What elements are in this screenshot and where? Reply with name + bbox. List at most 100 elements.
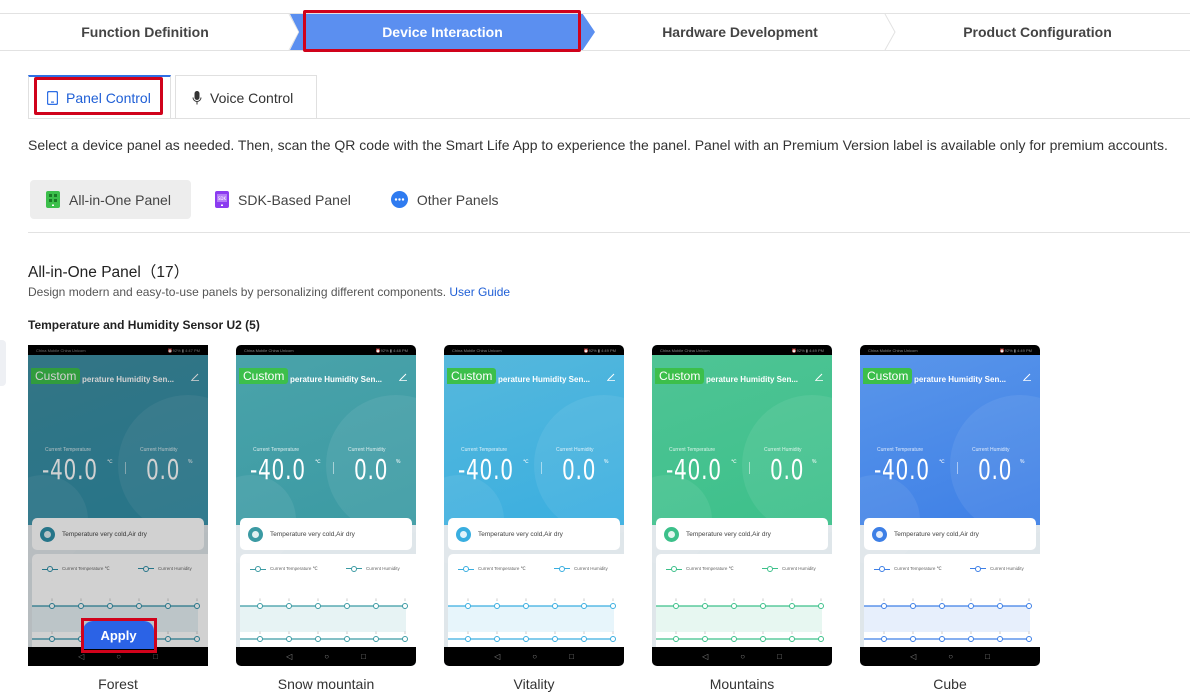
panel-card-forest[interactable]: Custom perature Humidity Sen... Current … — [0, 345, 258, 692]
humidity-unit: % — [812, 459, 817, 465]
preview-hero: Custom perature Humidity Sen... Current … — [444, 355, 624, 565]
step-product-configuration[interactable]: Product Configuration — [885, 14, 1190, 50]
tab-voice-control[interactable]: Voice Control — [175, 75, 317, 119]
panel-card-snow-mountain[interactable]: Custom perature Humidity Sen... Current … — [236, 345, 416, 692]
humidity-value: 0.0 — [770, 453, 805, 486]
chart-area — [656, 606, 822, 632]
panel-card-vitality[interactable]: Custom perature Humidity Sen... Current … — [444, 345, 624, 692]
history-chart-card: Current Temperature ℃ Current Humidity 0… — [240, 554, 416, 649]
hover-overlay — [28, 345, 208, 666]
step-hardware-development[interactable]: Hardware Development — [595, 14, 885, 50]
grid-panel-icon — [46, 191, 60, 208]
chart-point — [581, 603, 587, 609]
chart-point-label: 0 — [375, 597, 378, 602]
history-chart: 000000000000 — [240, 597, 408, 642]
carrier-text: China Mobile China Unicom — [868, 347, 918, 353]
edit-icon — [399, 373, 407, 381]
instructions-text: Select a device panel as needed. Then, s… — [28, 137, 1168, 153]
home-icon: ○ — [532, 652, 538, 661]
chart-point — [344, 636, 350, 642]
history-chart-card: Current Temperature ℃ Current Humidity 0… — [448, 554, 624, 649]
chart-point — [760, 636, 766, 642]
chart-point — [465, 603, 471, 609]
filter-all-in-one-panel[interactable]: All-in-One Panel — [30, 180, 191, 219]
chart-point-label: 0 — [941, 597, 944, 602]
chart-point — [315, 603, 321, 609]
status-time: ⏰92% ▮ 4:49 PM — [583, 347, 616, 353]
phone-nav-bar: ◁ ○ □ — [236, 647, 416, 666]
apply-button[interactable]: Apply — [83, 621, 154, 649]
phone-status-bar: China Mobile China Unicom ⏰92% ▮ 4:49 PM — [444, 345, 624, 355]
tab-panel-control[interactable]: Panel Control — [28, 75, 171, 119]
chart-point-label: 0 — [496, 597, 499, 602]
chart-point — [910, 636, 916, 642]
face-icon — [456, 526, 471, 542]
panel-type-filters: All-in-One Panel SDK SDK-Based Panel Oth… — [30, 180, 523, 219]
panel-card-mountains[interactable]: Custom perature Humidity Sen... Current … — [652, 345, 832, 692]
chart-point-label: 0 — [733, 597, 736, 602]
chart-point — [673, 636, 679, 642]
filter-other-panels[interactable]: Other Panels — [375, 180, 515, 219]
chart-point — [373, 636, 379, 642]
recents-icon: □ — [569, 652, 574, 661]
status-message-card: Temperature very cold,Air dry — [448, 518, 620, 550]
section-description-text: Design modern and easy-to-use panels by … — [28, 285, 447, 299]
user-guide-link[interactable]: User Guide — [449, 285, 510, 299]
sdk-panel-icon: SDK — [215, 191, 229, 208]
humidity-value: 0.0 — [562, 453, 597, 486]
history-chart: 000000000000 — [656, 597, 824, 642]
step-function-definition[interactable]: Function Definition — [0, 14, 290, 50]
chart-point-label: 0 — [404, 597, 407, 602]
chart-point-label: 0 — [820, 597, 823, 602]
chart-point — [818, 636, 824, 642]
status-message-card: Temperature very cold,Air dry — [656, 518, 828, 550]
filter-label: All-in-One Panel — [69, 191, 171, 208]
chart-point-label: 0 — [970, 597, 973, 602]
custom-badge: Custom — [863, 368, 913, 384]
step-device-interaction[interactable]: Device Interaction — [290, 14, 595, 50]
chart-point — [731, 636, 737, 642]
temperature-value: -40.0 — [874, 453, 930, 486]
chart-point — [344, 603, 350, 609]
divider — [541, 462, 542, 474]
phone-nav-bar: ◁ ○ □ — [652, 647, 832, 666]
temperature-value: -40.0 — [458, 453, 514, 486]
status-time: ⏰92% ▮ 4:49 PM — [791, 347, 824, 353]
status-time: ⏰92% ▮ 4:48 PM — [375, 347, 408, 353]
chart-point — [494, 636, 500, 642]
divider — [333, 462, 334, 474]
filter-label: Other Panels — [416, 191, 499, 208]
svg-text:SDK: SDK — [218, 196, 227, 201]
more-dots-icon — [390, 191, 408, 208]
preview-title: perature Humidity Sen... — [290, 375, 383, 384]
humidity-unit: % — [1020, 459, 1025, 465]
chart-point — [257, 603, 263, 609]
panel-preview[interactable]: Custom perature Humidity Sen... Current … — [444, 345, 624, 666]
recents-icon: □ — [361, 652, 366, 661]
chart-point-label: 0 — [346, 597, 349, 602]
chart-point-label: 0 — [612, 630, 615, 635]
chart-point — [523, 636, 529, 642]
chart-point-label: 0 — [1028, 630, 1031, 635]
side-panel-handle[interactable] — [0, 340, 6, 386]
chart-point — [731, 603, 737, 609]
divider — [749, 462, 750, 474]
filter-sdk-based-panel[interactable]: SDK SDK-Based Panel — [199, 180, 367, 219]
panel-card-cube[interactable]: Custom perature Humidity Sen... Current … — [860, 345, 1040, 692]
progress-steps: Function Definition Device Interaction H… — [0, 13, 1190, 51]
temperature-unit: ℃ — [523, 459, 529, 465]
chart-point-label: 0 — [791, 597, 794, 602]
chart-point-label: 0 — [820, 630, 823, 635]
chart-point — [402, 603, 408, 609]
edit-icon — [1023, 373, 1031, 381]
back-icon: ◁ — [286, 652, 293, 661]
panel-preview[interactable]: Custom perature Humidity Sen... Current … — [652, 345, 832, 666]
panel-preview[interactable]: Custom perature Humidity Sen... Current … — [236, 345, 416, 666]
history-chart-card: Current Temperature ℃ Current Humidity 0… — [656, 554, 832, 649]
panel-preview[interactable]: Custom perature Humidity Sen... Current … — [860, 345, 1040, 666]
divider — [957, 462, 958, 474]
chart-point — [760, 603, 766, 609]
panel-preview[interactable]: Custom perature Humidity Sen... Current … — [0, 345, 258, 666]
humidity-unit: % — [604, 459, 609, 465]
chart-point — [789, 636, 795, 642]
